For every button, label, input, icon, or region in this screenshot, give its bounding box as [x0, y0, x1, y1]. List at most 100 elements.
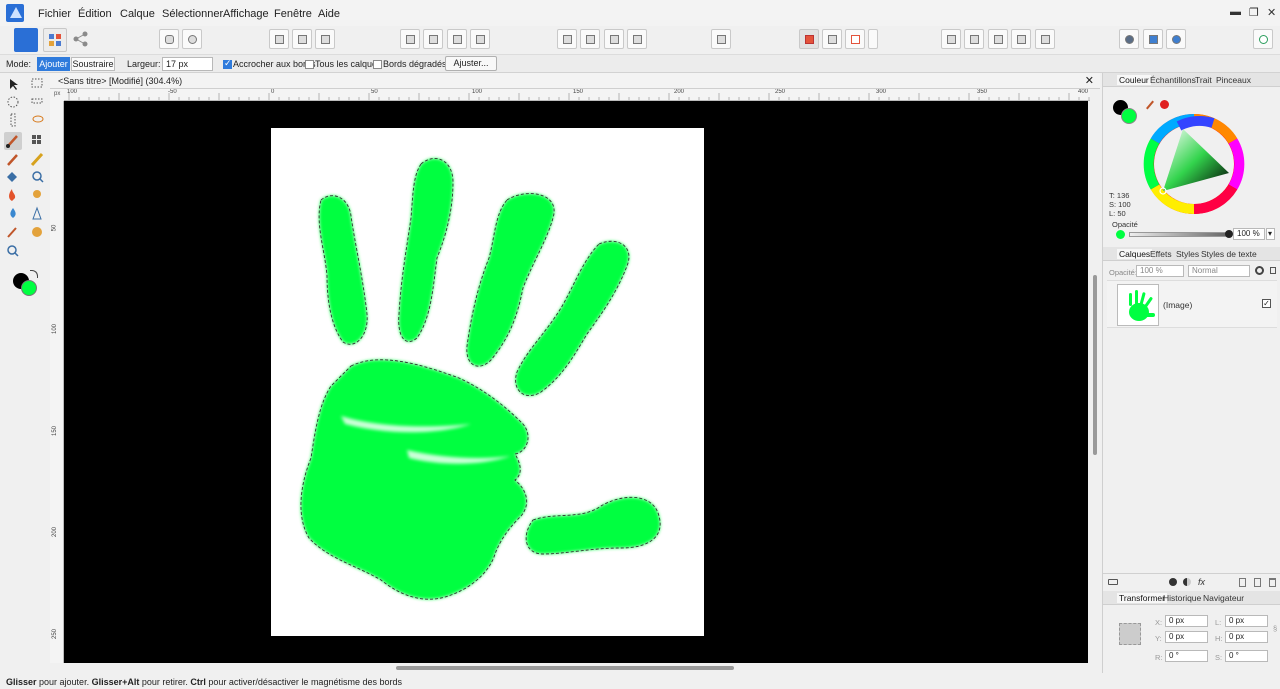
- vertical-scroll-thumb[interactable]: [1093, 275, 1097, 455]
- snapping-grid-icon[interactable]: [799, 29, 819, 49]
- layer-row[interactable]: (Image) ✓: [1107, 280, 1277, 328]
- polygon-icon[interactable]: [159, 29, 179, 49]
- boolean-xor-icon[interactable]: [1011, 29, 1031, 49]
- flood-select-icon[interactable]: [32, 135, 41, 144]
- layer-opacity-field[interactable]: 100 %: [1136, 265, 1184, 277]
- arrange-back-icon[interactable]: [400, 29, 420, 49]
- boolean-intersect-icon[interactable]: [988, 29, 1008, 49]
- move-tool-icon[interactable]: [10, 79, 18, 90]
- row-marquee-icon[interactable]: [31, 98, 43, 104]
- menu-selectionner[interactable]: Sélectionner: [162, 8, 223, 20]
- zoom-tool-icon[interactable]: [7, 245, 19, 257]
- tab-calques[interactable]: Calques: [1117, 249, 1153, 259]
- document-page[interactable]: [271, 128, 704, 636]
- snapping-dropdown-icon[interactable]: [868, 29, 878, 49]
- horizontal-scrollbar[interactable]: [50, 663, 1100, 673]
- align-icon[interactable]: [711, 29, 731, 49]
- opacity-slider-handle[interactable]: [1225, 230, 1233, 238]
- flip-vertical-icon[interactable]: [580, 29, 600, 49]
- adjust-button[interactable]: Ajuster...: [445, 56, 497, 71]
- snapping-magnet-icon[interactable]: [845, 29, 865, 49]
- mode-subtract-button[interactable]: Soustraire: [71, 57, 115, 71]
- opacity-field[interactable]: 100 %: [1233, 228, 1265, 240]
- lock-icon[interactable]: [1270, 267, 1276, 274]
- document-tab[interactable]: <Sans titre> [Modifié] (304.4%) ✕: [50, 73, 1100, 89]
- close-document-icon[interactable]: ✕: [1085, 74, 1094, 87]
- arrange-front-icon[interactable]: [470, 29, 490, 49]
- fill-icon[interactable]: [7, 172, 17, 182]
- flip-horizontal-icon[interactable]: [557, 29, 577, 49]
- tab-styles-de-texte[interactable]: Styles de texte: [1201, 249, 1257, 259]
- fx-icon[interactable]: fx: [1198, 577, 1205, 587]
- tab-trait[interactable]: Trait: [1195, 75, 1212, 85]
- mode-add-button[interactable]: Ajouter: [37, 57, 70, 71]
- opacity-dropdown-icon[interactable]: ▾: [1266, 228, 1275, 240]
- tab-effets[interactable]: Effets: [1150, 249, 1172, 259]
- soft-edges-checkbox[interactable]: [373, 60, 382, 69]
- assistant-icon[interactable]: [1119, 29, 1139, 49]
- link-icon[interactable]: §: [1273, 624, 1277, 633]
- hsl-color-wheel[interactable]: [1143, 113, 1245, 215]
- snapping-options-icon[interactable]: [822, 29, 842, 49]
- arrange-forward-icon[interactable]: [447, 29, 467, 49]
- new-layer-icon[interactable]: [1239, 578, 1246, 587]
- rect-marquee-icon[interactable]: [31, 78, 43, 88]
- ellipse-marquee-icon[interactable]: [7, 96, 19, 108]
- hand-icon[interactable]: [32, 227, 42, 237]
- eyedropper-icon[interactable]: [1146, 100, 1154, 110]
- rotation-field[interactable]: 0 °: [1165, 650, 1208, 662]
- selection-persona-icon[interactable]: [43, 28, 67, 52]
- boolean-subtract-icon[interactable]: [964, 29, 984, 49]
- menu-fichier[interactable]: Fichier: [38, 8, 71, 20]
- tab-echantillons[interactable]: Échantillons: [1150, 75, 1196, 85]
- y-field[interactable]: 0 px: [1165, 631, 1208, 643]
- snap-edges-checkbox[interactable]: [223, 58, 232, 69]
- layer-name[interactable]: (Image): [1163, 300, 1192, 310]
- menu-calque[interactable]: Calque: [120, 8, 155, 20]
- sharpen-icon[interactable]: [32, 206, 42, 220]
- opacity-slider[interactable]: [1129, 232, 1229, 237]
- color-picker-tool-icon[interactable]: [7, 227, 17, 238]
- close-window-button[interactable]: ✕: [1267, 6, 1276, 19]
- rotate-right-icon[interactable]: [627, 29, 647, 49]
- minimize-button[interactable]: ▬: [1230, 6, 1241, 18]
- layers-stack-icon[interactable]: [1108, 579, 1118, 585]
- width-field[interactable]: 17 px: [162, 57, 213, 71]
- paint-brush-icon[interactable]: [7, 154, 18, 166]
- boolean-add-icon[interactable]: [941, 29, 961, 49]
- secondary-color-swatch[interactable]: [21, 280, 37, 296]
- blend-mode-select[interactable]: Normal: [1188, 265, 1250, 277]
- photo-persona-icon[interactable]: [14, 28, 38, 52]
- restore-button[interactable]: ❐: [1249, 6, 1259, 19]
- horizontal-scroll-thumb[interactable]: [396, 666, 734, 670]
- tab-transformer[interactable]: Transformer: [1117, 593, 1167, 603]
- deselect-icon[interactable]: [292, 29, 312, 49]
- zoom-lens-icon[interactable]: [32, 171, 44, 183]
- share-icon[interactable]: [70, 28, 94, 52]
- studio-icon[interactable]: [1143, 29, 1163, 49]
- lasso-icon[interactable]: [32, 115, 44, 123]
- tab-pinceaux[interactable]: Pinceaux: [1216, 75, 1251, 85]
- tab-styles[interactable]: Styles: [1176, 249, 1199, 259]
- menu-edition[interactable]: Édition: [78, 8, 112, 20]
- tab-historique[interactable]: Historique: [1163, 593, 1201, 603]
- arrange-backward-icon[interactable]: [423, 29, 443, 49]
- user-account-icon[interactable]: [1253, 29, 1273, 49]
- canvas-area[interactable]: [64, 101, 1088, 663]
- dodge-icon[interactable]: [33, 190, 41, 198]
- layer-visibility-checkbox[interactable]: ✓: [1262, 299, 1271, 308]
- menu-affichage[interactable]: Affichage: [223, 8, 269, 20]
- width-transform-field[interactable]: 0 px: [1225, 615, 1268, 627]
- height-transform-field[interactable]: 0 px: [1225, 631, 1268, 643]
- rotate-left-icon[interactable]: [604, 29, 624, 49]
- vertical-scrollbar[interactable]: [1090, 89, 1100, 663]
- tab-navigateur[interactable]: Navigateur: [1203, 593, 1244, 603]
- color-picker-icon[interactable]: [1166, 29, 1186, 49]
- duplicate-layer-icon[interactable]: [1254, 578, 1261, 587]
- no-transform-icon[interactable]: [182, 29, 202, 49]
- column-marquee-icon[interactable]: [10, 113, 16, 127]
- select-all-icon[interactable]: [269, 29, 289, 49]
- menu-fenetre[interactable]: Fenêtre: [274, 8, 312, 20]
- gear-icon[interactable]: [1255, 266, 1264, 275]
- menu-aide[interactable]: Aide: [318, 8, 340, 20]
